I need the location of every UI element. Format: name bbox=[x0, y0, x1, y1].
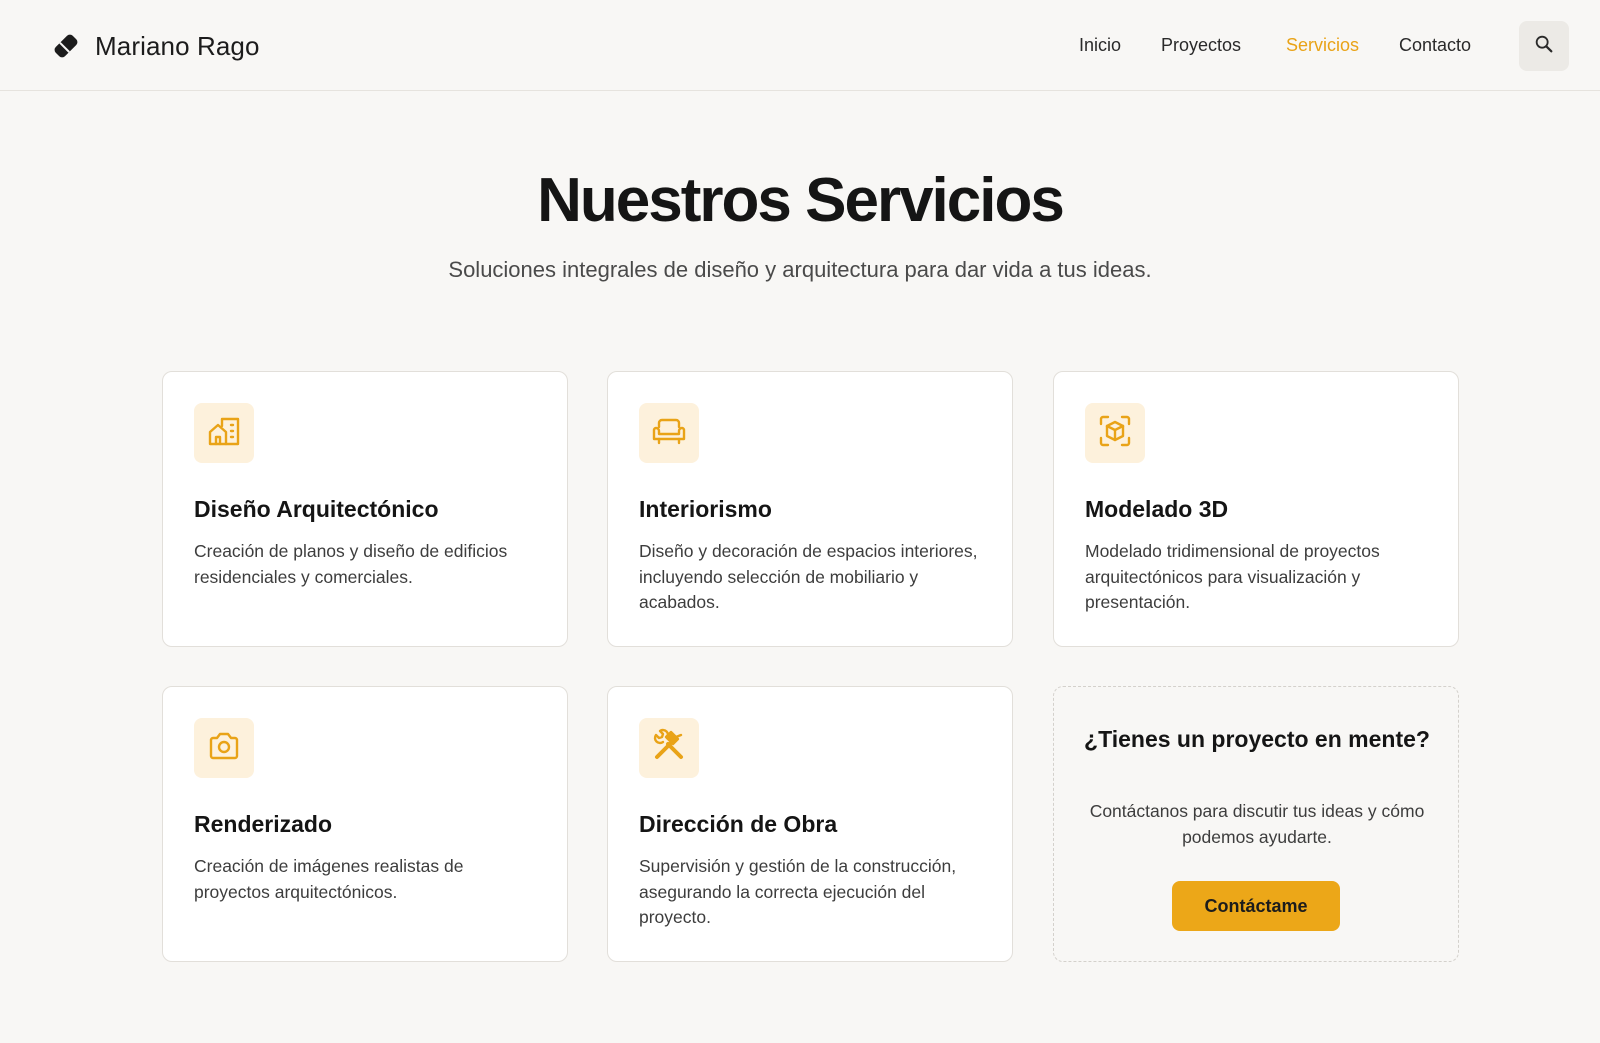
site-header: Mariano Rago Inicio Proyectos Servicios … bbox=[0, 0, 1600, 91]
service-description: Creación de planos y diseño de edificios… bbox=[194, 541, 508, 587]
search-button[interactable] bbox=[1519, 21, 1569, 71]
contact-cta-card: ¿Tienes un proyecto en mente? Contáctano… bbox=[1053, 686, 1459, 962]
pencil-eraser-icon bbox=[51, 31, 81, 61]
nav-link-inicio[interactable]: Inicio bbox=[1079, 30, 1121, 60]
service-description: Creación de imágenes realistas de proyec… bbox=[194, 856, 464, 902]
service-description: Modelado tridimensional de proyectos arq… bbox=[1085, 541, 1380, 612]
sofa-icon bbox=[651, 413, 687, 454]
page-title: Nuestros Servicios bbox=[537, 166, 1065, 235]
brand-name: Mariano Rago bbox=[95, 30, 260, 61]
page-subtitle: Soluciones integrales de diseño y arquit… bbox=[448, 257, 1152, 282]
service-card-diseno-arquitectonico[interactable]: Diseño Arquitectónico Creación de planos… bbox=[162, 371, 568, 647]
cube-scan-icon bbox=[1097, 413, 1133, 454]
brand-link[interactable]: Mariano Rago bbox=[51, 28, 260, 64]
service-title: Interiorismo bbox=[639, 496, 772, 522]
search-icon bbox=[1533, 33, 1555, 60]
service-card-modelado-3d[interactable]: Modelado 3D Modelado tridimensional de p… bbox=[1053, 371, 1459, 647]
service-card-renderizado[interactable]: Renderizado Creación de imágenes realist… bbox=[162, 686, 568, 962]
nav-link-contacto[interactable]: Contacto bbox=[1399, 30, 1471, 60]
cta-description: Contáctanos para discutir tus ideas y có… bbox=[1089, 801, 1425, 847]
service-card-interiorismo[interactable]: Interiorismo Diseño y decoración de espa… bbox=[607, 371, 1013, 647]
service-icon-box bbox=[1085, 403, 1145, 463]
contact-button[interactable]: Contáctame bbox=[1172, 881, 1340, 931]
service-description: Supervisión y gestión de la construcción… bbox=[639, 856, 957, 927]
service-title: Modelado 3D bbox=[1085, 496, 1229, 522]
camera-icon bbox=[206, 728, 242, 769]
service-title: Dirección de Obra bbox=[639, 811, 838, 837]
nav-link-servicios[interactable]: Servicios bbox=[1286, 30, 1359, 60]
service-icon-box bbox=[194, 403, 254, 463]
service-title: Renderizado bbox=[194, 811, 333, 837]
cta-title: ¿Tienes un proyecto en mente? bbox=[1084, 726, 1430, 752]
buildings-icon bbox=[206, 413, 242, 454]
service-icon-box bbox=[194, 718, 254, 778]
service-icon-box bbox=[639, 403, 699, 463]
hammer-wrench-icon bbox=[651, 728, 687, 769]
service-title: Diseño Arquitectónico bbox=[194, 496, 439, 522]
nav-link-proyectos[interactable]: Proyectos bbox=[1161, 30, 1241, 60]
service-description: Diseño y decoración de espacios interior… bbox=[639, 541, 978, 612]
service-card-direccion-de-obra[interactable]: Dirección de Obra Supervisión y gestión … bbox=[607, 686, 1013, 962]
service-icon-box bbox=[639, 718, 699, 778]
